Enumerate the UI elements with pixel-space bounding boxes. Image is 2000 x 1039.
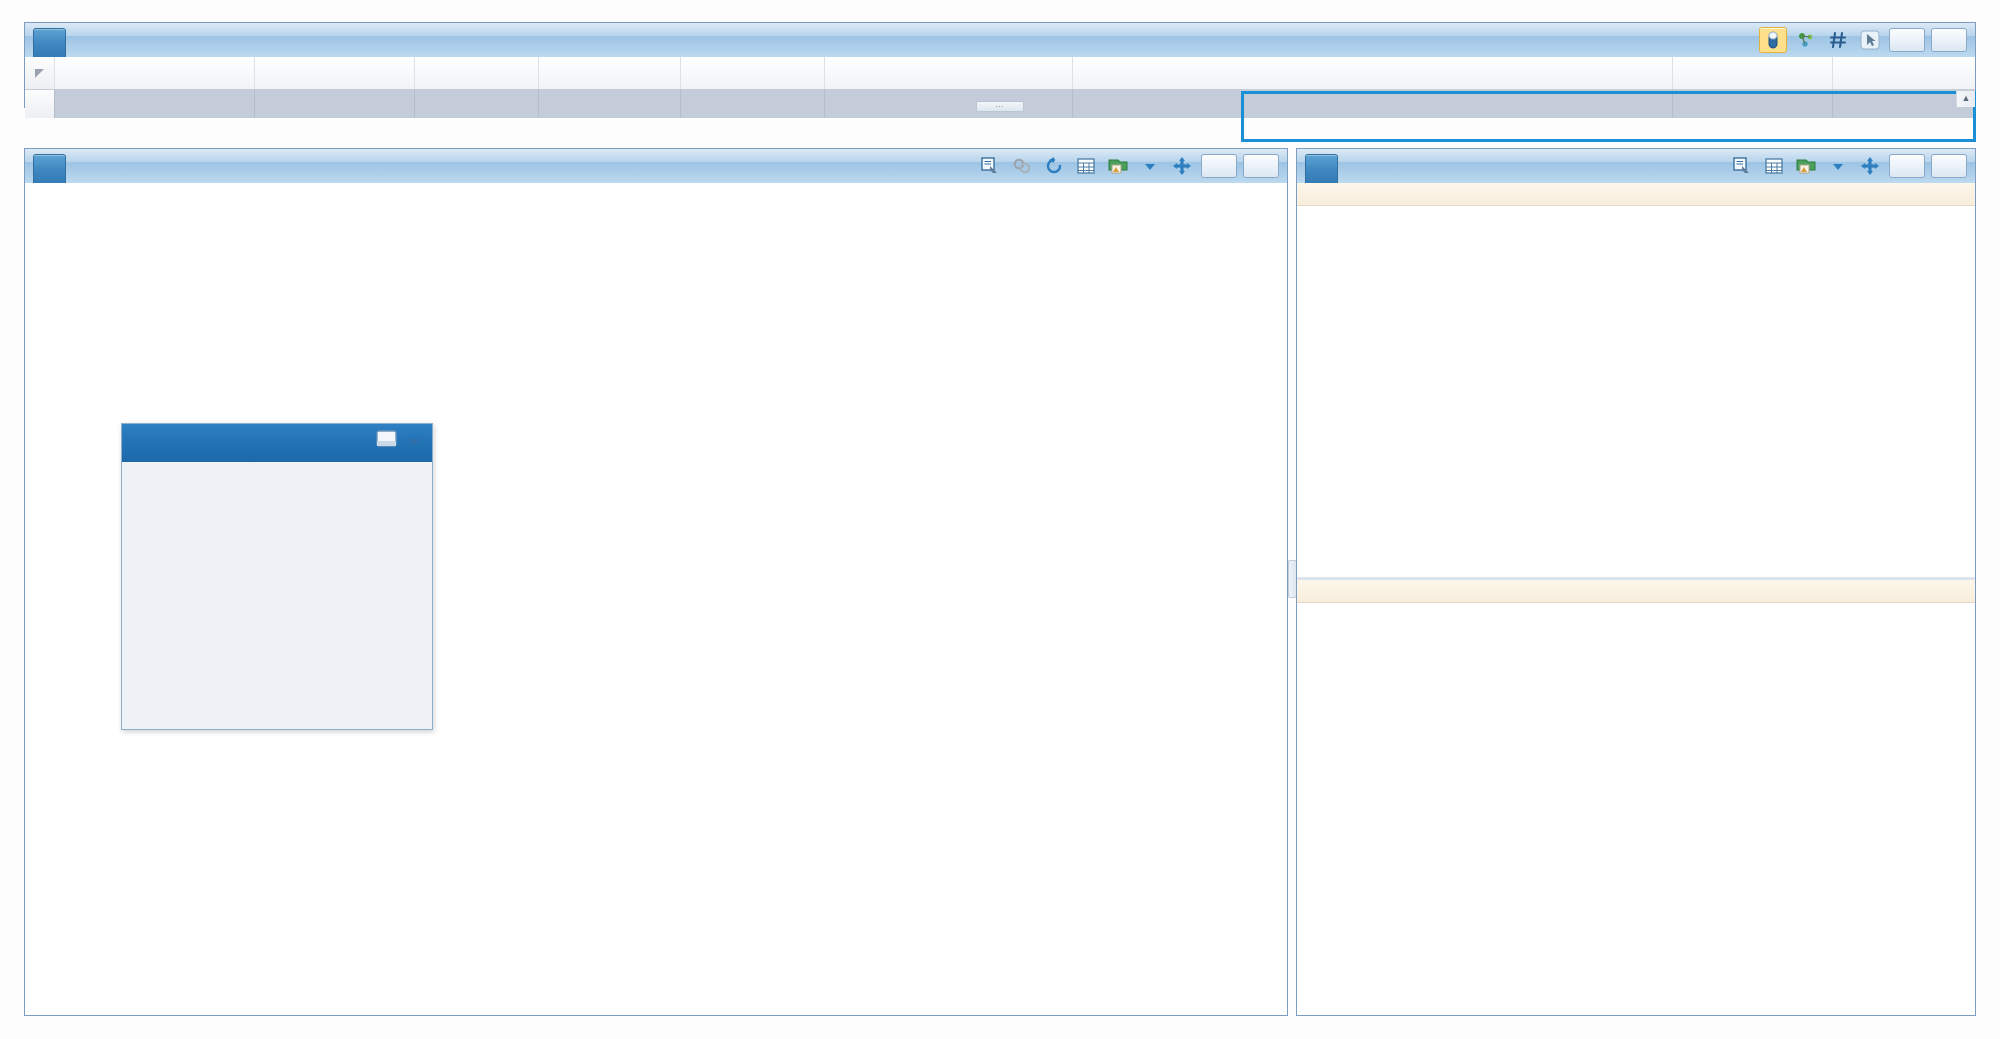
- column-header-identification-status[interactable]: [255, 57, 415, 89]
- spectra-titlebar: [1297, 149, 1975, 184]
- grid-vertical-scrollbar[interactable]: ▲: [1956, 91, 1975, 107]
- scroll-up-icon: ▲: [1957, 93, 1975, 103]
- column-header-has-halogens[interactable]: [1673, 57, 1833, 89]
- application-window: ▲ ⋯: [0, 0, 2000, 1039]
- chromatograms-titlebar: [25, 149, 1287, 184]
- annotate-icon[interactable]: [977, 154, 1003, 178]
- tab-chromatograms[interactable]: [33, 154, 66, 183]
- chromatogram-x-ticks: [25, 919, 1287, 945]
- minimize-button[interactable]: [1201, 154, 1237, 178]
- move-icon[interactable]: [1169, 154, 1195, 178]
- restore-button[interactable]: [1931, 28, 1967, 52]
- spectra-window: [1296, 148, 1976, 1016]
- grid-select-all-header[interactable]: [25, 57, 55, 89]
- column-header-common-fragment-ions-found[interactable]: [1073, 57, 1673, 89]
- component-summary-grid: ▲: [25, 57, 1975, 107]
- capsule-icon[interactable]: [1759, 27, 1787, 53]
- table-icon[interactable]: [1073, 154, 1099, 178]
- tab-spectra[interactable]: [1305, 154, 1338, 183]
- cell-observed-mz: [415, 90, 539, 118]
- cell-component-name: [55, 90, 255, 118]
- low-energy-plot-area[interactable]: [1297, 205, 1975, 577]
- component-summary-toolbar: [1759, 27, 1975, 53]
- component-summary-window: ▲ ⋯: [24, 22, 1976, 108]
- high-energy-plot-area[interactable]: [1297, 602, 1975, 1015]
- cell-has-common-fragment-ions: [825, 90, 1073, 118]
- cell-observed-rt: [681, 90, 825, 118]
- minimize-button[interactable]: [1889, 154, 1925, 178]
- workflow-panel: [121, 423, 433, 730]
- table-icon[interactable]: [1761, 154, 1787, 178]
- hash-icon[interactable]: [1825, 28, 1851, 52]
- chevron-down-icon[interactable]: [1825, 154, 1851, 178]
- cell-expected-rt: [539, 90, 681, 118]
- horizontal-splitter-handle[interactable]: ⋯: [976, 101, 1024, 112]
- chevron-down-icon[interactable]: [1137, 154, 1163, 178]
- component-summary-titlebar: [25, 23, 1975, 58]
- annotate-icon[interactable]: [1729, 154, 1755, 178]
- restore-button[interactable]: [1243, 154, 1279, 178]
- low-energy-x-ticks: [1297, 493, 1975, 515]
- high-energy-y-ticks: [1305, 602, 1369, 1015]
- cell-has-halogens: [1673, 90, 1833, 118]
- chromatograms-window: [24, 148, 1288, 1016]
- refresh-icon[interactable]: [1041, 154, 1067, 178]
- column-header-has-common-fragment-ions[interactable]: [825, 57, 1073, 89]
- high-energy-channel-header: [1297, 580, 1975, 603]
- molecule-icon[interactable]: [1793, 28, 1819, 52]
- pointer-icon[interactable]: [1857, 28, 1883, 52]
- chromatogram-y-ticks: [53, 211, 111, 1015]
- spectra-toolbar: [1729, 154, 1975, 178]
- column-header-observed-rt[interactable]: [681, 57, 825, 89]
- cell-common-fragment-ions-found: [1073, 90, 1673, 118]
- sort-marker-icon: [35, 69, 44, 78]
- move-icon[interactable]: [1857, 154, 1883, 178]
- workflow-titlebar: [122, 424, 432, 462]
- high-energy-spectrum-panel: [1297, 580, 1975, 1015]
- export-icon[interactable]: [1105, 154, 1131, 178]
- restore-button[interactable]: [1931, 154, 1967, 178]
- cell-identification-status: [255, 90, 415, 118]
- column-header-component-name[interactable]: [55, 57, 255, 89]
- chromatograms-toolbar: [977, 154, 1287, 178]
- grid-header-row: [25, 57, 1975, 90]
- high-energy-trace: [1373, 614, 1957, 900]
- column-header-expected-rt[interactable]: [539, 57, 681, 89]
- chromatogram-body: [25, 183, 1287, 1015]
- low-energy-spectrum-panel: [1297, 183, 1975, 577]
- low-energy-channel-header: [1297, 183, 1975, 206]
- chain-icon[interactable]: [1009, 154, 1035, 178]
- minimize-button[interactable]: [1889, 28, 1925, 52]
- export-icon[interactable]: [1793, 154, 1819, 178]
- window-icon[interactable]: [374, 429, 400, 457]
- low-energy-trace: [1373, 217, 1957, 491]
- workflow-item-list: [122, 462, 432, 468]
- chevron-down-icon[interactable]: [406, 431, 422, 455]
- column-header-observed-mz[interactable]: [415, 57, 539, 89]
- workflow-title-actions: [374, 429, 422, 457]
- row-index: [25, 90, 55, 118]
- high-energy-x-ticks: [1297, 902, 1975, 924]
- low-energy-y-ticks: [1315, 205, 1369, 577]
- tab-component-summary[interactable]: [33, 28, 66, 57]
